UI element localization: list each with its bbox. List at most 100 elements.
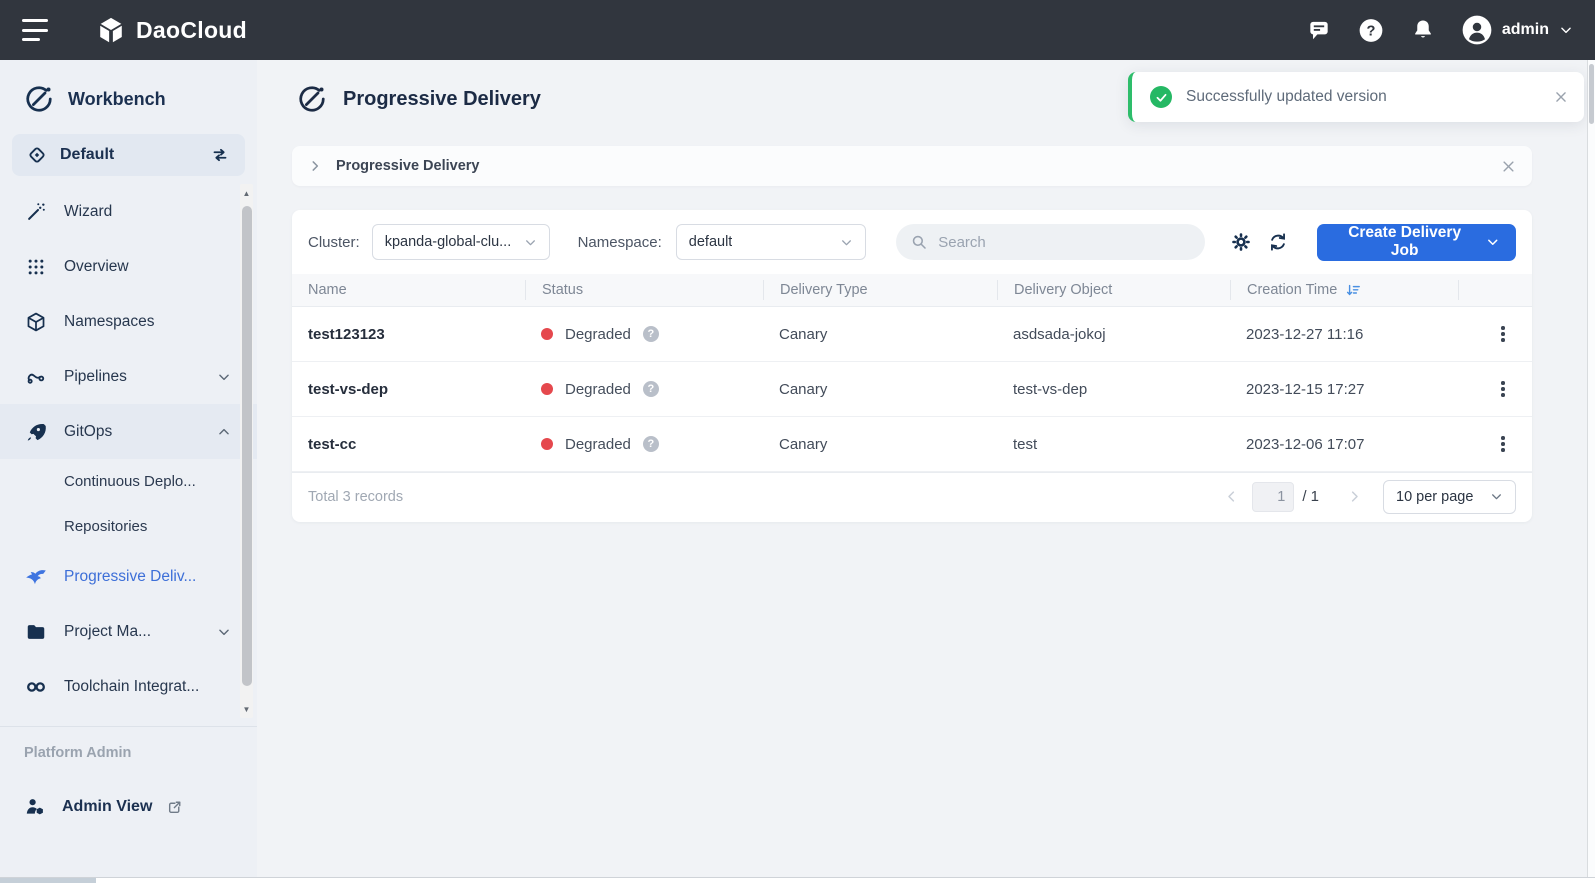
create-delivery-job-button[interactable]: Create Delivery Job <box>1317 224 1516 261</box>
external-link-icon <box>166 799 183 816</box>
column-header-delivery-object[interactable]: Delivery Object <box>997 280 1230 300</box>
kebab-menu-icon[interactable] <box>1497 322 1509 346</box>
sort-descending-icon[interactable] <box>1345 282 1362 299</box>
sidebar-item-label: Project Ma... <box>64 623 151 641</box>
scrollbar-thumb[interactable] <box>1589 64 1594 124</box>
creation-time: 2023-12-15 17:27 <box>1230 381 1458 398</box>
breadcrumb-chevron-icon[interactable] <box>308 159 322 173</box>
table-row[interactable]: test123123 Degraded ? Canary asdsada-jok… <box>292 307 1532 362</box>
page-horizontal-scrollbar[interactable] <box>0 877 1595 883</box>
page-count-label: / 1 <box>1302 488 1319 505</box>
chevron-up-icon <box>217 425 231 439</box>
job-status: Degraded ? <box>525 326 763 343</box>
folder-icon <box>24 621 48 643</box>
sidebar-item-label: Namespaces <box>64 313 154 331</box>
avatar <box>1462 15 1492 45</box>
table-row[interactable]: test-cc Degraded ? Canary test 2023-12-0… <box>292 417 1532 472</box>
table-row[interactable]: test-vs-dep Degraded ? Canary test-vs-de… <box>292 362 1532 417</box>
brand-name: DaoCloud <box>136 17 247 44</box>
sidebar-item-admin-view[interactable]: Admin View <box>0 761 257 819</box>
status-help-icon[interactable]: ? <box>643 436 659 452</box>
status-help-icon[interactable]: ? <box>643 381 659 397</box>
cluster-select[interactable]: kpanda-global-clu... <box>372 224 550 260</box>
scroll-up-icon[interactable]: ▲ <box>240 186 253 200</box>
column-header-actions <box>1458 280 1532 300</box>
messages-icon[interactable] <box>1306 17 1332 43</box>
status-help-icon[interactable]: ? <box>643 326 659 342</box>
wand-icon <box>24 201 48 223</box>
per-page-select[interactable]: 10 per page <box>1383 480 1516 514</box>
sidebar-item-progressive-delivery[interactable]: Progressive Deliv... <box>0 549 257 604</box>
workspace-selector[interactable]: Default <box>12 134 245 176</box>
scrollbar-thumb[interactable] <box>242 206 252 686</box>
cluster-select-value: kpanda-global-clu... <box>385 234 512 250</box>
refresh-icon[interactable] <box>1264 227 1293 257</box>
sidebar-item-project-management[interactable]: Project Ma... <box>0 604 257 659</box>
settings-gear-icon[interactable] <box>1227 227 1256 257</box>
user-menu[interactable]: admin <box>1462 15 1573 45</box>
hamburger-menu-icon[interactable] <box>22 19 52 41</box>
sidebar-item-wizard[interactable]: Wizard <box>0 184 257 239</box>
search-input[interactable] <box>938 234 1178 251</box>
sidebar-item-overview[interactable]: Overview <box>0 239 257 294</box>
column-header-name[interactable]: Name <box>292 280 525 300</box>
delivery-type: Canary <box>763 436 997 453</box>
sidebar-menu: Wizard Overview <box>0 184 257 718</box>
admin-user-icon <box>24 795 48 819</box>
job-name[interactable]: test-vs-dep <box>292 381 525 398</box>
switch-workspace-icon[interactable] <box>209 144 231 166</box>
previous-page-icon[interactable] <box>1220 489 1242 504</box>
scrollbar-thumb[interactable] <box>0 878 96 883</box>
namespace-select[interactable]: default <box>676 224 866 260</box>
infinity-icon <box>24 675 48 699</box>
status-label: Degraded <box>565 436 631 453</box>
table-header: Name Status Delivery Type Delivery Objec… <box>292 274 1532 307</box>
job-name[interactable]: test123123 <box>292 326 525 343</box>
column-header-status[interactable]: Status <box>525 280 763 300</box>
table-footer: Total 3 records / 1 10 per page <box>292 472 1532 520</box>
row-actions <box>1458 432 1532 456</box>
brand-logo[interactable]: DaoCloud <box>96 15 247 45</box>
workspace-icon <box>26 144 48 166</box>
page-vertical-scrollbar[interactable] <box>1587 60 1595 877</box>
success-toast: Successfully updated version <box>1128 72 1584 122</box>
per-page-value: 10 per page <box>1396 489 1473 505</box>
status-label: Degraded <box>565 326 631 343</box>
chevron-down-icon <box>217 625 231 639</box>
scroll-down-icon[interactable]: ▼ <box>240 702 253 716</box>
sidebar-item-namespaces[interactable]: Namespaces <box>0 294 257 349</box>
admin-view-label: Admin View <box>62 798 152 816</box>
sidebar-scrollbar[interactable]: ▲ ▼ <box>240 184 253 718</box>
next-page-icon[interactable] <box>1343 489 1365 504</box>
sidebar-item-gitops[interactable]: GitOps <box>0 404 257 459</box>
breadcrumb-close-icon[interactable] <box>1501 159 1516 174</box>
app-root: DaoCloud ? <box>0 0 1595 883</box>
search-box[interactable] <box>896 224 1205 260</box>
total-records-label: Total 3 records <box>308 489 403 505</box>
sidebar-item-pipelines[interactable]: Pipelines <box>0 349 257 404</box>
workbench-header[interactable]: Workbench <box>0 60 257 132</box>
workbench-label: Workbench <box>68 89 166 110</box>
toast-message: Successfully updated version <box>1186 88 1387 106</box>
status-dot-degraded <box>541 383 553 395</box>
column-header-delivery-type[interactable]: Delivery Type <box>763 280 997 300</box>
kebab-menu-icon[interactable] <box>1497 432 1509 456</box>
job-name[interactable]: test-cc <box>292 436 525 453</box>
help-icon[interactable]: ? <box>1358 17 1384 43</box>
delivery-jobs-card: Cluster: kpanda-global-clu... Namespace:… <box>292 210 1532 522</box>
top-navbar: DaoCloud ? <box>0 0 1595 60</box>
page-number-input[interactable] <box>1252 482 1294 512</box>
workbench-icon <box>24 84 54 114</box>
toast-close-icon[interactable] <box>1554 90 1568 104</box>
filter-toolbar: Cluster: kpanda-global-clu... Namespace:… <box>292 210 1532 274</box>
sidebar-item-continuous-deployment[interactable]: Continuous Deplo... <box>0 459 257 504</box>
kebab-menu-icon[interactable] <box>1497 377 1509 401</box>
notifications-bell-icon[interactable] <box>1410 17 1436 43</box>
sidebar-item-repositories[interactable]: Repositories <box>0 504 257 549</box>
column-header-creation-time[interactable]: Creation Time <box>1230 280 1458 300</box>
delivery-type: Canary <box>763 326 997 343</box>
page-title: Progressive Delivery <box>343 88 541 111</box>
sidebar-item-label: Progressive Deliv... <box>64 568 196 586</box>
sidebar-item-toolchain-integration[interactable]: Toolchain Integrat... <box>0 659 257 714</box>
breadcrumb-label[interactable]: Progressive Delivery <box>336 158 479 174</box>
